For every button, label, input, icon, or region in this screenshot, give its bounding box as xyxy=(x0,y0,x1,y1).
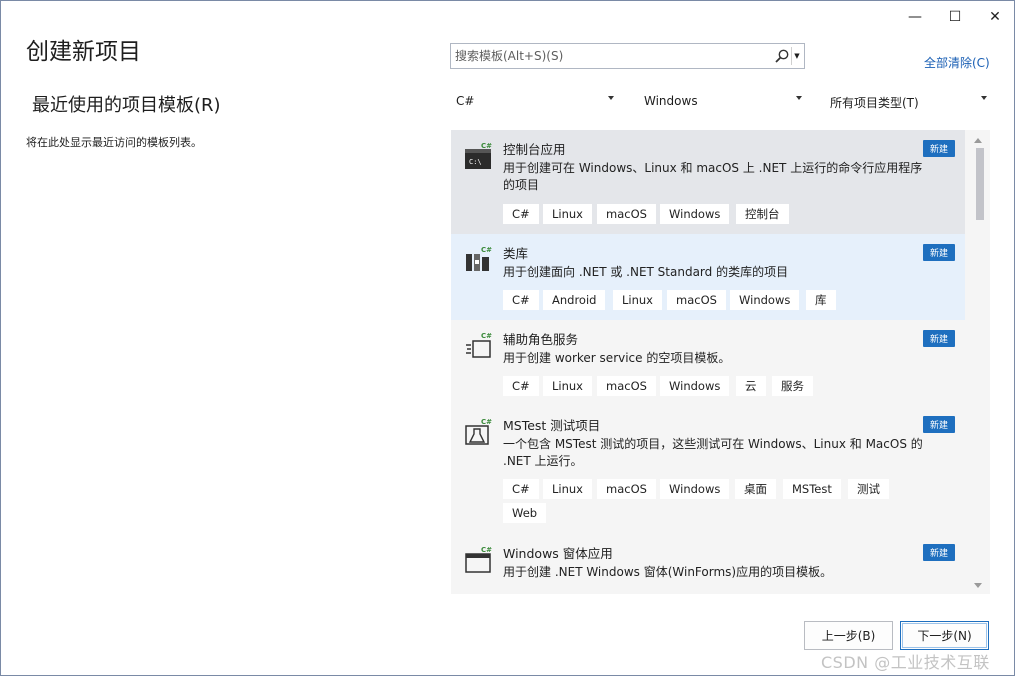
new-badge: 新建 xyxy=(922,544,955,561)
tag: 控制台 xyxy=(736,204,789,224)
tag: 库 xyxy=(806,290,836,310)
language-filter[interactable]: C# xyxy=(450,89,618,113)
template-item-class-library[interactable]: C# 类库 用于创建面向 .NET 或 .NET Standard 的类库的项目… xyxy=(451,234,965,320)
tag: Windows xyxy=(660,376,730,396)
template-name: 类库 xyxy=(503,246,529,261)
next-button[interactable]: 下一步(N) xyxy=(900,621,989,650)
scrollbar-thumb[interactable] xyxy=(976,148,984,220)
template-description: 一个包含 MSTest 测试的项目，这些测试可在 Windows、Linux 和… xyxy=(503,437,923,468)
svg-text:C#: C# xyxy=(481,332,492,340)
tag: Linux xyxy=(543,204,592,224)
search-input[interactable] xyxy=(455,47,770,65)
search-options-dropdown[interactable]: ▼ xyxy=(791,47,802,65)
svg-text:C#: C# xyxy=(481,546,492,554)
template-name: 辅助角色服务 xyxy=(503,332,579,347)
new-badge: 新建 xyxy=(922,330,955,347)
template-name: MSTest 测试项目 xyxy=(503,418,601,433)
tag: C# xyxy=(503,376,539,396)
template-name: 控制台应用 xyxy=(503,142,566,157)
close-button[interactable]: ✕ xyxy=(980,5,1010,29)
platform-filter-value: Windows xyxy=(644,94,698,108)
tag: Linux xyxy=(543,479,592,499)
scroll-down-arrow-icon[interactable] xyxy=(974,583,982,588)
clear-all-link[interactable]: 全部清除(C) xyxy=(924,54,990,71)
template-description: 用于创建 worker service 的空项目模板。 xyxy=(503,351,731,365)
tag: 测试 xyxy=(848,479,889,499)
tag: 桌面 xyxy=(735,479,776,499)
new-badge: 新建 xyxy=(922,416,955,433)
tag: C# xyxy=(503,290,539,310)
svg-text:C:\: C:\ xyxy=(469,158,482,166)
template-list: C:\ C# 控制台应用 用于创建可在 Windows、Linux 和 macO… xyxy=(451,130,990,594)
tag: Web xyxy=(503,503,547,523)
template-description: 用于创建可在 Windows、Linux 和 macOS 上 .NET 上运行的… xyxy=(503,161,923,192)
svg-text:C#: C# xyxy=(481,418,492,426)
scroll-up-arrow-icon[interactable] xyxy=(974,138,982,143)
console-app-icon: C:\ C# xyxy=(465,142,492,169)
recent-templates-heading: 最近使用的项目模板(R) xyxy=(32,95,221,116)
template-description: 用于创建 .NET Windows 窗体(WinForms)应用的项目模板。 xyxy=(503,565,833,579)
svg-text:C#: C# xyxy=(481,246,492,254)
template-search-box[interactable]: ▼ xyxy=(450,43,805,69)
template-item-winforms[interactable]: C# Windows 窗体应用 用于创建 .NET Windows 窗体(Win… xyxy=(451,534,965,594)
template-list-scrollbar[interactable] xyxy=(966,130,990,594)
chevron-down-icon xyxy=(981,96,987,100)
tag: Android xyxy=(543,290,606,310)
minimize-button[interactable]: — xyxy=(900,5,930,29)
project-type-filter-value: 所有项目类型(T) xyxy=(830,96,919,110)
template-name: Windows 窗体应用 xyxy=(503,546,613,561)
page-title: 创建新项目 xyxy=(26,39,141,65)
new-badge: 新建 xyxy=(922,244,955,261)
create-project-window: — ☐ ✕ 创建新项目 最近使用的项目模板(R) 将在此处显示最近访问的模板列表… xyxy=(0,0,1015,676)
tag: 云 xyxy=(736,376,766,396)
template-item-console[interactable]: C:\ C# 控制台应用 用于创建可在 Windows、Linux 和 macO… xyxy=(451,130,965,234)
tag: Linux xyxy=(613,290,662,310)
tag: C# xyxy=(503,204,539,224)
tag: C# xyxy=(503,479,539,499)
project-type-filter[interactable]: 所有项目类型(T) xyxy=(824,89,991,113)
language-filter-value: C# xyxy=(456,94,475,108)
tag: MSTest xyxy=(783,479,841,499)
tag: Linux xyxy=(543,376,592,396)
watermark: CSDN @工业技术互联 xyxy=(821,653,990,672)
worker-service-icon: C# xyxy=(466,332,492,358)
template-item-worker-service[interactable]: C# 辅助角色服务 用于创建 worker service 的空项目模板。 新建… xyxy=(451,320,965,406)
tag: Windows xyxy=(730,290,800,310)
svg-text:C#: C# xyxy=(481,142,492,150)
tag: macOS xyxy=(597,204,656,224)
tag: 服务 xyxy=(772,376,813,396)
tag: Windows xyxy=(660,479,730,499)
template-item-mstest[interactable]: C# MSTest 测试项目 一个包含 MSTest 测试的项目，这些测试可在 … xyxy=(451,406,965,534)
tag: macOS xyxy=(597,376,656,396)
mstest-icon: C# xyxy=(465,418,492,445)
class-library-icon: C# xyxy=(466,246,492,271)
search-icon[interactable] xyxy=(774,48,790,64)
back-button[interactable]: 上一步(B) xyxy=(804,621,893,650)
tag: macOS xyxy=(667,290,726,310)
tag: Windows xyxy=(660,204,730,224)
tag: macOS xyxy=(597,479,656,499)
platform-filter[interactable]: Windows xyxy=(638,89,806,113)
new-badge: 新建 xyxy=(922,140,955,157)
maximize-button[interactable]: ☐ xyxy=(940,5,970,29)
chevron-down-icon xyxy=(796,96,802,100)
winforms-app-icon: C# xyxy=(465,546,492,573)
chevron-down-icon xyxy=(608,96,614,100)
template-description: 用于创建面向 .NET 或 .NET Standard 的类库的项目 xyxy=(503,265,789,279)
recent-templates-empty-text: 将在此处显示最近访问的模板列表。 xyxy=(26,136,202,149)
